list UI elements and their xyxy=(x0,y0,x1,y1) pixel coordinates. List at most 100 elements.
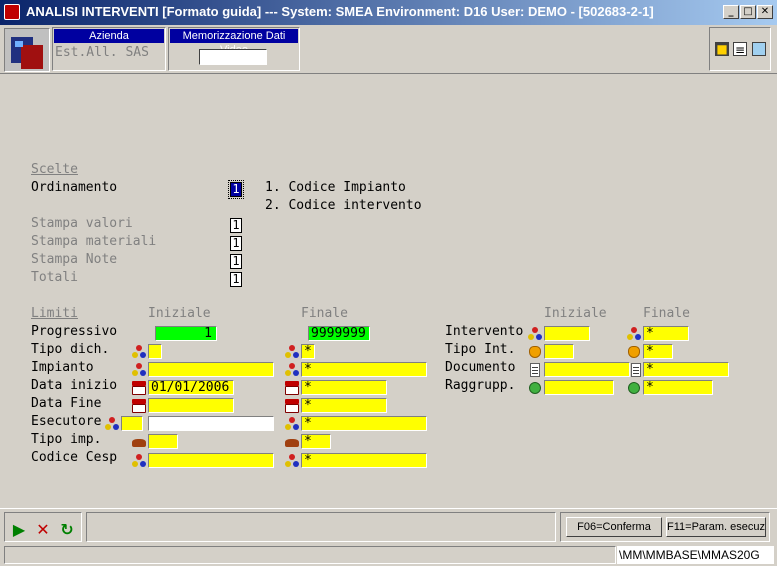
azienda-label: Azienda xyxy=(54,29,164,43)
program-path: \MM\MMBASE\MMAS20G xyxy=(617,546,774,564)
lookup-icon[interactable] xyxy=(284,362,300,378)
documento-end-field[interactable]: * xyxy=(643,362,729,377)
esecutore-end-field[interactable]: * xyxy=(301,416,427,431)
document-icon[interactable] xyxy=(752,42,766,56)
tool-icon[interactable] xyxy=(131,434,147,450)
stampa-materiali-input[interactable]: 1 xyxy=(230,236,242,251)
codice-cesp-start-field[interactable] xyxy=(148,453,274,468)
calendar-icon[interactable] xyxy=(131,380,147,396)
raggrupp-end-field[interactable]: * xyxy=(643,380,713,395)
app-icon[interactable] xyxy=(4,4,20,20)
totali-input[interactable]: 1 xyxy=(230,272,242,287)
data-fine-start-field[interactable] xyxy=(148,398,234,413)
refresh-icon[interactable]: ↻ xyxy=(57,520,77,540)
conferma-button[interactable]: F06=Conferma xyxy=(566,517,662,537)
esecutore-start-field[interactable] xyxy=(148,416,274,431)
right-iniziale-header: Iniziale xyxy=(544,306,607,321)
intervento-label: Intervento xyxy=(445,324,524,339)
toolbar: Azienda Est.All. SAS Memorizzazione Dati… xyxy=(0,25,777,74)
lookup-icon[interactable] xyxy=(626,326,642,342)
tool-icon[interactable] xyxy=(284,434,300,450)
document-icon[interactable] xyxy=(628,362,644,378)
lookup-icon[interactable] xyxy=(131,362,147,378)
stampa-note-label: Stampa Note xyxy=(31,252,118,267)
progressivo-end-field[interactable]: 9999999 xyxy=(308,326,370,341)
azienda-panel: Azienda Est.All. SAS xyxy=(52,27,166,71)
data-inizio-start-field[interactable]: 01/01/2006 xyxy=(148,380,234,395)
data-fine-end-field[interactable]: * xyxy=(301,398,387,413)
calendar-icon[interactable] xyxy=(131,398,147,414)
lookup-icon[interactable] xyxy=(104,416,120,432)
globe-icon[interactable] xyxy=(527,380,543,396)
tipo-dich-start-field[interactable] xyxy=(148,344,162,359)
limiti-header: Limiti xyxy=(31,306,78,321)
toolbar-icons-panel: ■ ≡ xyxy=(709,27,771,71)
stampa-valori-label: Stampa valori xyxy=(31,216,133,231)
hand-icon[interactable] xyxy=(527,344,543,360)
lookup-icon[interactable] xyxy=(284,416,300,432)
data-inizio-end-field[interactable]: * xyxy=(301,380,387,395)
lookup-icon[interactable] xyxy=(284,453,300,469)
impianto-start-field[interactable] xyxy=(148,362,274,377)
progressivo-start-field[interactable]: 1 xyxy=(155,326,217,341)
tipo-dich-label: Tipo dich. xyxy=(31,342,110,357)
ordinamento-input[interactable]: 1 xyxy=(228,180,244,199)
esecutore-label: Esecutore xyxy=(31,414,102,429)
minimize-button[interactable]: _ xyxy=(723,5,739,19)
maximize-button[interactable]: □ xyxy=(740,5,756,19)
lookup-icon[interactable] xyxy=(131,453,147,469)
hand-icon[interactable] xyxy=(626,344,642,360)
tipo-int-label: Tipo Int. xyxy=(445,342,516,357)
tipo-imp-label: Tipo imp. xyxy=(31,432,102,447)
tipo-int-start-field[interactable] xyxy=(544,344,574,359)
lookup-icon[interactable] xyxy=(131,344,147,360)
stampa-note-input[interactable]: 1 xyxy=(230,254,242,269)
cancel-icon[interactable]: ✕ xyxy=(33,520,53,540)
ordinamento-label: Ordinamento xyxy=(31,180,118,195)
intervento-end-field[interactable]: * xyxy=(643,326,689,341)
scelte-header: Scelte xyxy=(31,162,78,177)
esecutore-code-field[interactable] xyxy=(121,416,143,431)
calendar-icon[interactable] xyxy=(284,398,300,414)
globe-icon[interactable] xyxy=(626,380,642,396)
close-button[interactable]: ✕ xyxy=(757,5,773,19)
impianto-end-field[interactable]: * xyxy=(301,362,427,377)
window-title: ANALISI INTERVENTI [Formato guida] --- S… xyxy=(26,4,654,19)
param-esecuz-button[interactable]: F11=Param. esecuz xyxy=(666,517,766,537)
tipo-imp-end-field[interactable]: * xyxy=(301,434,331,449)
right-finale-header: Finale xyxy=(643,306,690,321)
document-icon[interactable] xyxy=(527,362,543,378)
memo-label: Memorizzazione Dati Video xyxy=(170,29,298,56)
bottom-spacer-panel xyxy=(86,512,556,542)
memo-input[interactable] xyxy=(199,49,267,65)
totali-label: Totali xyxy=(31,270,78,285)
stampa-valori-input[interactable]: 1 xyxy=(230,218,242,233)
tipo-imp-start-field[interactable] xyxy=(148,434,178,449)
codice-cesp-label: Codice Cesp xyxy=(31,450,118,465)
action-buttons-panel: ▶ ✕ ↻ xyxy=(4,512,82,542)
ordinamento-option-1: 1. Codice Impianto xyxy=(265,180,406,195)
documento-start-field[interactable] xyxy=(544,362,630,377)
play-icon[interactable]: ▶ xyxy=(9,520,29,540)
progressivo-label: Progressivo xyxy=(31,324,118,339)
finale-header: Finale xyxy=(301,306,348,321)
calendar-icon[interactable] xyxy=(284,380,300,396)
data-fine-label: Data Fine xyxy=(31,396,102,411)
lookup-icon[interactable] xyxy=(284,344,300,360)
ordinamento-option-2: 2. Codice intervento xyxy=(265,198,422,213)
documento-label: Documento xyxy=(445,360,516,375)
lookup-icon[interactable] xyxy=(527,326,543,342)
monitor-icon[interactable]: ■ xyxy=(715,42,729,56)
iniziale-header: Iniziale xyxy=(148,306,211,321)
notes-icon[interactable]: ≡ xyxy=(733,42,747,57)
tipo-dich-end-field[interactable]: * xyxy=(301,344,315,359)
raggrupp-start-field[interactable] xyxy=(544,380,614,395)
codice-cesp-end-field[interactable]: * xyxy=(301,453,427,468)
impianto-label: Impianto xyxy=(31,360,94,375)
status-bar: \MM\MMBASE\MMAS20G xyxy=(0,544,777,566)
bottom-bar: ▶ ✕ ↻ F06=Conferma F11=Param. esecuz xyxy=(0,508,777,542)
tipo-int-end-field[interactable]: * xyxy=(643,344,673,359)
intervento-start-field[interactable] xyxy=(544,326,590,341)
azienda-value: Est.All. SAS xyxy=(55,45,149,60)
memo-panel: Memorizzazione Dati Video xyxy=(168,27,300,71)
